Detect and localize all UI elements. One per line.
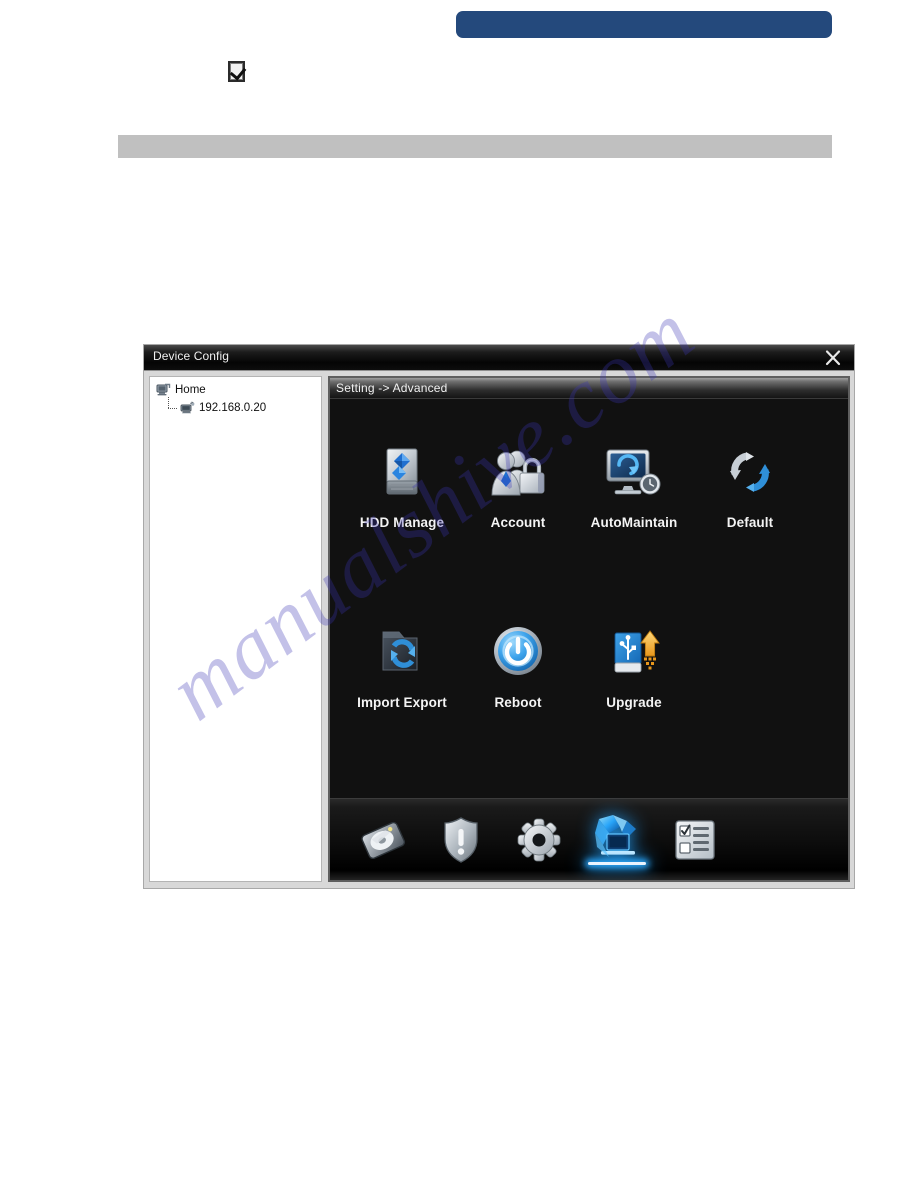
advanced-menu-grid: HDD Manage Account AutoMaintain Default …: [330, 399, 848, 799]
content-panel: Setting -> Advanced HDD Manage Account A…: [328, 376, 850, 882]
device-nvr-icon: [179, 400, 195, 415]
hdd-manage-icon: [344, 441, 460, 503]
menu-row-1: HDD Manage Account AutoMaintain Default: [330, 441, 848, 530]
menu-item-reboot[interactable]: Reboot: [460, 621, 576, 710]
checkbox-icon[interactable]: [228, 61, 247, 82]
menu-item-automaintain[interactable]: AutoMaintain: [576, 441, 692, 530]
computer-home-icon: [156, 383, 171, 397]
import-export-icon: [344, 621, 460, 683]
page-banner: [456, 11, 832, 38]
dialog-titlebar: Device Config: [144, 345, 854, 371]
upgrade-usb-icon: [576, 621, 692, 683]
breadcrumb: Setting -> Advanced: [336, 381, 448, 395]
section-header: Setting -> Advanced: [330, 378, 848, 399]
bottom-toolbar: [330, 798, 848, 880]
toolbar-advanced-icon[interactable]: [578, 809, 656, 871]
dialog-title: Device Config: [153, 349, 230, 363]
menu-row-2: Import Export Reboot Upgrade: [330, 621, 848, 710]
menu-item-import-export[interactable]: Import Export: [344, 621, 460, 710]
menu-item-label: Upgrade: [606, 695, 662, 710]
automaintain-icon: [576, 441, 692, 503]
checkmark-icon: [229, 63, 247, 81]
menu-item-label: Import Export: [357, 695, 447, 710]
gray-band: [118, 135, 832, 158]
tree-node-home[interactable]: Home: [156, 381, 321, 398]
menu-item-label: Account: [490, 515, 546, 530]
close-icon[interactable]: [821, 346, 845, 370]
menu-item-label: HDD Manage: [359, 515, 445, 530]
device-config-dialog: Device Config Home 192.168.0.20 Setting …: [143, 344, 855, 889]
toolbar-alarm-icon[interactable]: [422, 809, 500, 871]
menu-item-label: Default: [726, 515, 774, 530]
menu-item-account[interactable]: Account: [460, 441, 576, 530]
menu-item-label: Reboot: [494, 695, 542, 710]
tree-node-label: 192.168.0.20: [199, 401, 267, 414]
menu-item-default[interactable]: Default: [692, 441, 808, 530]
toolbar-system-icon[interactable]: [500, 809, 578, 871]
reboot-power-icon: [460, 621, 576, 683]
tree-elbow-line: [164, 396, 179, 415]
tree-node-device[interactable]: 192.168.0.20: [164, 396, 321, 416]
menu-item-label: AutoMaintain: [590, 515, 678, 530]
account-lock-icon: [460, 441, 576, 503]
menu-item-upgrade[interactable]: Upgrade: [576, 621, 692, 710]
checkbox-inner: [229, 63, 247, 81]
tree-node-label: Home: [175, 383, 206, 396]
default-restore-icon: [692, 441, 808, 503]
toolbar-record-icon[interactable]: [344, 809, 422, 871]
menu-item-hdd-manage[interactable]: HDD Manage: [344, 441, 460, 530]
device-tree-panel[interactable]: Home 192.168.0.20: [149, 376, 322, 882]
toolbar-info-icon[interactable]: [656, 809, 734, 871]
